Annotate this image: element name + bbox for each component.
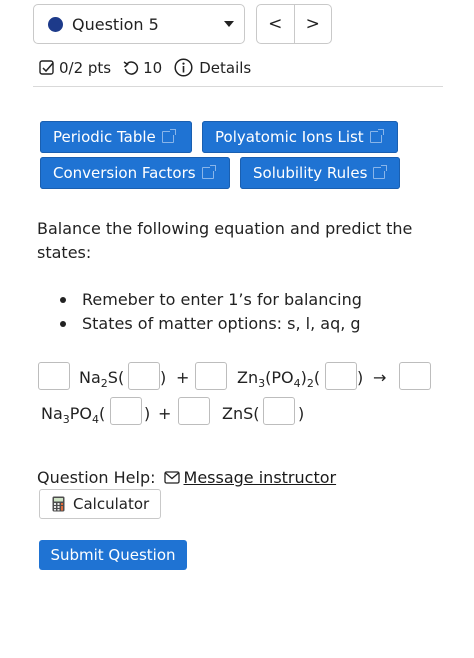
prompt-line-2: states: xyxy=(37,243,92,262)
points-checkbox-icon xyxy=(39,59,54,75)
formula-zn3po42: Zn3(PO4)2( xyxy=(237,368,321,391)
bullet-text: States of matter options: s, l, aq, g xyxy=(82,314,361,333)
close-paren: ) xyxy=(144,404,151,423)
solubility-rules-button[interactable]: Solubility Rules xyxy=(240,157,400,189)
bullet-text: Remeber to enter 1’s for balancing xyxy=(82,290,362,309)
points-text: 0/2 pts xyxy=(59,58,112,77)
next-question-button[interactable]: > xyxy=(295,5,332,43)
external-link-icon xyxy=(373,165,388,179)
external-link-icon xyxy=(369,129,384,143)
close-paren: ) xyxy=(160,368,167,387)
prompt-line-1: Balance the following equation and predi… xyxy=(37,219,413,238)
formula-na2s: Na2S( xyxy=(79,368,125,391)
reaction-arrow: → xyxy=(373,368,387,387)
formula-na3po4: Na3PO4( xyxy=(41,404,106,427)
question-select[interactable]: Question 5 xyxy=(33,4,245,44)
caret-down-icon xyxy=(224,21,234,27)
submit-question-button[interactable]: Submit Question xyxy=(39,540,187,570)
retry-icon xyxy=(123,60,139,75)
instruction-list: Remeber to enter 1’s for balancing State… xyxy=(60,288,362,336)
prev-question-button[interactable]: < xyxy=(257,5,295,43)
question-help-label: Question Help: xyxy=(37,468,156,487)
formula-zns: ZnS( xyxy=(222,404,260,423)
list-item: States of matter options: s, l, aq, g xyxy=(60,312,362,336)
info-icon[interactable] xyxy=(174,58,193,77)
bullet-icon xyxy=(60,321,66,327)
polyatomic-ions-label: Polyatomic Ions List xyxy=(215,128,364,146)
question-select-label: Question 5 xyxy=(72,14,159,34)
coefficient-input-na2s[interactable] xyxy=(38,362,70,390)
coefficient-input-zns[interactable] xyxy=(178,397,210,425)
external-link-icon xyxy=(201,165,216,179)
question-meta: 0/2 pts 10 Details xyxy=(39,58,251,77)
coefficient-input-na3po4[interactable] xyxy=(399,362,431,390)
plus-sign: + xyxy=(158,404,172,423)
bullet-icon xyxy=(60,297,66,303)
close-paren: ) xyxy=(357,368,364,387)
coefficient-input-zn3po42[interactable] xyxy=(195,362,227,390)
solubility-rules-label: Solubility Rules xyxy=(253,164,368,182)
state-input-na3po4[interactable] xyxy=(110,397,142,425)
plus-sign: + xyxy=(176,368,190,387)
state-input-na2s[interactable] xyxy=(128,362,160,390)
conversion-factors-label: Conversion Factors xyxy=(53,164,196,182)
details-link[interactable]: Details xyxy=(199,59,251,77)
calculator-icon xyxy=(52,496,65,512)
polyatomic-ions-button[interactable]: Polyatomic Ions List xyxy=(202,121,398,153)
meta-divider xyxy=(33,86,443,87)
question-status-dot xyxy=(48,16,63,32)
state-input-zn3po42[interactable] xyxy=(325,362,357,390)
calculator-label: Calculator xyxy=(73,495,150,513)
list-item: Remeber to enter 1’s for balancing xyxy=(60,288,362,312)
question-nav-group: < > xyxy=(256,4,332,44)
conversion-factors-button[interactable]: Conversion Factors xyxy=(40,157,230,189)
external-link-icon xyxy=(161,129,176,143)
attempts-count: 10 xyxy=(143,58,163,77)
question-help: Question Help: Message instructor xyxy=(37,468,336,487)
close-paren: ) xyxy=(298,404,305,423)
state-input-zns[interactable] xyxy=(263,397,295,425)
calculator-button[interactable]: Calculator xyxy=(39,489,161,519)
periodic-table-label: Periodic Table xyxy=(53,128,156,146)
envelope-icon xyxy=(163,471,180,484)
message-instructor-link[interactable]: Message instructor xyxy=(184,468,337,487)
periodic-table-button[interactable]: Periodic Table xyxy=(40,121,192,153)
question-prompt: Balance the following equation and predi… xyxy=(37,217,427,265)
